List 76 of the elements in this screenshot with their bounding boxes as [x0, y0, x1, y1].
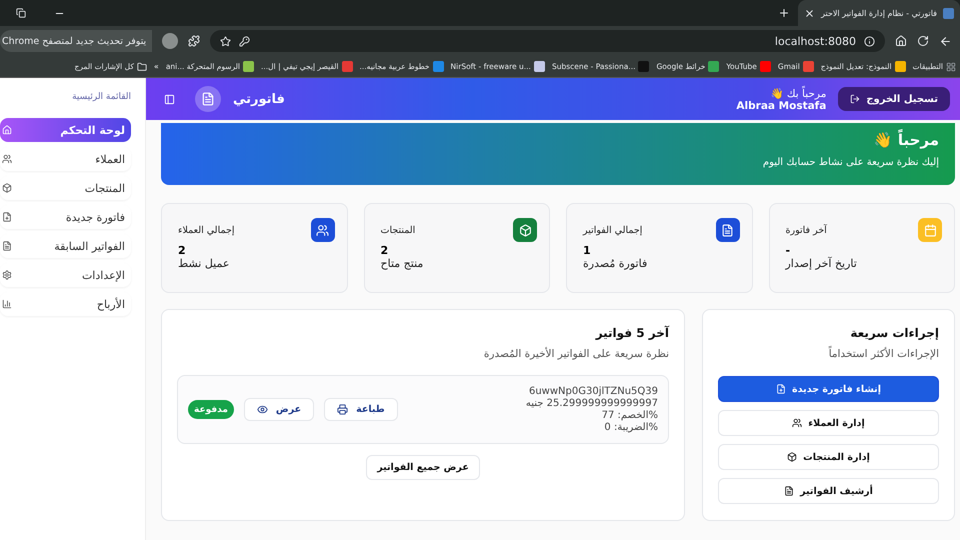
invoice-amount: 25.299999999999997 جنيه — [526, 398, 658, 409]
sidebar-item[interactable]: المنتجات — [0, 176, 131, 200]
stat-value: 2 — [380, 244, 390, 257]
box-icon — [787, 452, 798, 462]
invoice-tax: %الضريبة: 0 — [603, 422, 658, 433]
restore-icon[interactable] — [16, 8, 26, 18]
file-plus-icon — [2, 212, 12, 222]
card-subtitle: الإجراءات الأكثر استخداماً — [828, 348, 939, 360]
favicon-icon — [943, 8, 954, 18]
printer-icon — [337, 404, 348, 415]
app-title: فاتورتي — [233, 92, 285, 106]
stat-label: آخر فاتورة — [786, 224, 827, 236]
user-name: Albraa Mostafa — [736, 100, 826, 112]
bookmarks-overflow[interactable]: » — [154, 62, 159, 71]
invoice-discount: %الخصم: 77 — [600, 410, 658, 421]
stat-value: 1 — [583, 244, 592, 257]
users-icon — [792, 418, 802, 428]
eye-icon — [256, 404, 268, 415]
stat-value: 2 — [178, 244, 187, 257]
back-arrow-icon[interactable] — [939, 34, 952, 48]
stat-note: عميل نشط — [178, 257, 230, 270]
stat-label: إجمالي العملاء — [178, 224, 234, 236]
quick-action-button[interactable]: إدارة المنتجات — [718, 444, 939, 470]
logout-icon — [850, 94, 860, 104]
address-bar[interactable]: localhost:8080 — [210, 30, 885, 52]
stat-note: منتج متاح — [380, 257, 424, 270]
sidebar-item[interactable]: الفواتير السابقة — [0, 234, 131, 258]
home-icon — [2, 125, 12, 135]
reload-icon[interactable] — [917, 35, 929, 47]
quick-action-button[interactable]: إنشاء فاتورة جديدة — [718, 376, 939, 402]
card-title: إجراءات سريعة — [849, 326, 939, 340]
tab-title: فاتورتي - نظام إدارة الفواتير الاحتر — [821, 8, 937, 18]
close-icon[interactable] — [804, 8, 816, 18]
view-all-button[interactable]: عرض جميع الفواتير — [366, 455, 480, 480]
star-icon[interactable] — [220, 36, 232, 46]
quick-action-button[interactable]: إدارة العملاء — [718, 410, 939, 436]
file-plus-icon — [776, 384, 786, 394]
quick-action-button[interactable]: أرشيف الفواتير — [718, 478, 939, 504]
update-button[interactable]: يتوفر تحديث جديد لمتصفح Chrome — [0, 30, 152, 52]
bar-chart-icon — [2, 299, 12, 309]
print-button[interactable]: طباعة — [324, 398, 398, 421]
document-icon — [2, 241, 12, 251]
sidebar-item[interactable]: الإعدادات — [0, 263, 131, 287]
sidebar-item[interactable]: لوحة التحكم — [0, 118, 131, 142]
sidebar-item[interactable]: العملاء — [0, 147, 131, 171]
stat-value: - — [786, 244, 792, 257]
banner-title: مرحباً 👋 — [872, 131, 939, 149]
card-title: آخر 5 فواتير — [594, 326, 669, 340]
gear-icon — [2, 270, 12, 280]
avatar-icon[interactable] — [162, 33, 178, 49]
view-button[interactable]: عرض — [244, 398, 314, 421]
logout-button[interactable]: تسجيل الخروج — [838, 87, 950, 111]
stat-note: تاريخ آخر إصدار — [786, 257, 858, 270]
users-icon — [2, 154, 12, 164]
stat-note: فاتورة مُصدرة — [583, 257, 648, 270]
key-icon[interactable] — [239, 36, 250, 46]
card-subtitle: نظرة سريعة على الفواتير الأخيرة المُصدرة — [482, 348, 669, 360]
banner-subtitle: إليك نظرة سريعة على نشاط حسابك اليوم — [762, 157, 939, 168]
sidebar-title: القائمة الرئيسية — [71, 92, 131, 102]
plus-icon[interactable] — [778, 7, 790, 19]
browser-tab[interactable]: فاتورتي - نظام إدارة الفواتير الاحتر — [798, 0, 960, 26]
document-icon — [195, 86, 221, 112]
box-icon — [2, 183, 12, 193]
stat-label: إجمالي الفواتير — [583, 224, 642, 236]
sidebar-item[interactable]: الأرباح — [0, 292, 131, 316]
invoice-id: 6uwwNp0G30jlTZNu5Q39 — [528, 386, 658, 397]
home-icon[interactable] — [895, 35, 907, 47]
greeting-text: مرحباً بك 👋 — [770, 86, 826, 100]
folder-icon — [136, 62, 147, 72]
info-icon[interactable] — [864, 36, 875, 46]
status-badge: مدفوعة — [188, 400, 234, 419]
sidebar-item[interactable]: فاتورة جديدة — [0, 205, 131, 229]
puzzle-icon[interactable] — [188, 35, 200, 47]
sidebar-toggle-icon[interactable] — [164, 94, 175, 104]
document-icon — [784, 486, 794, 496]
stat-label: المنتجات — [380, 224, 416, 236]
